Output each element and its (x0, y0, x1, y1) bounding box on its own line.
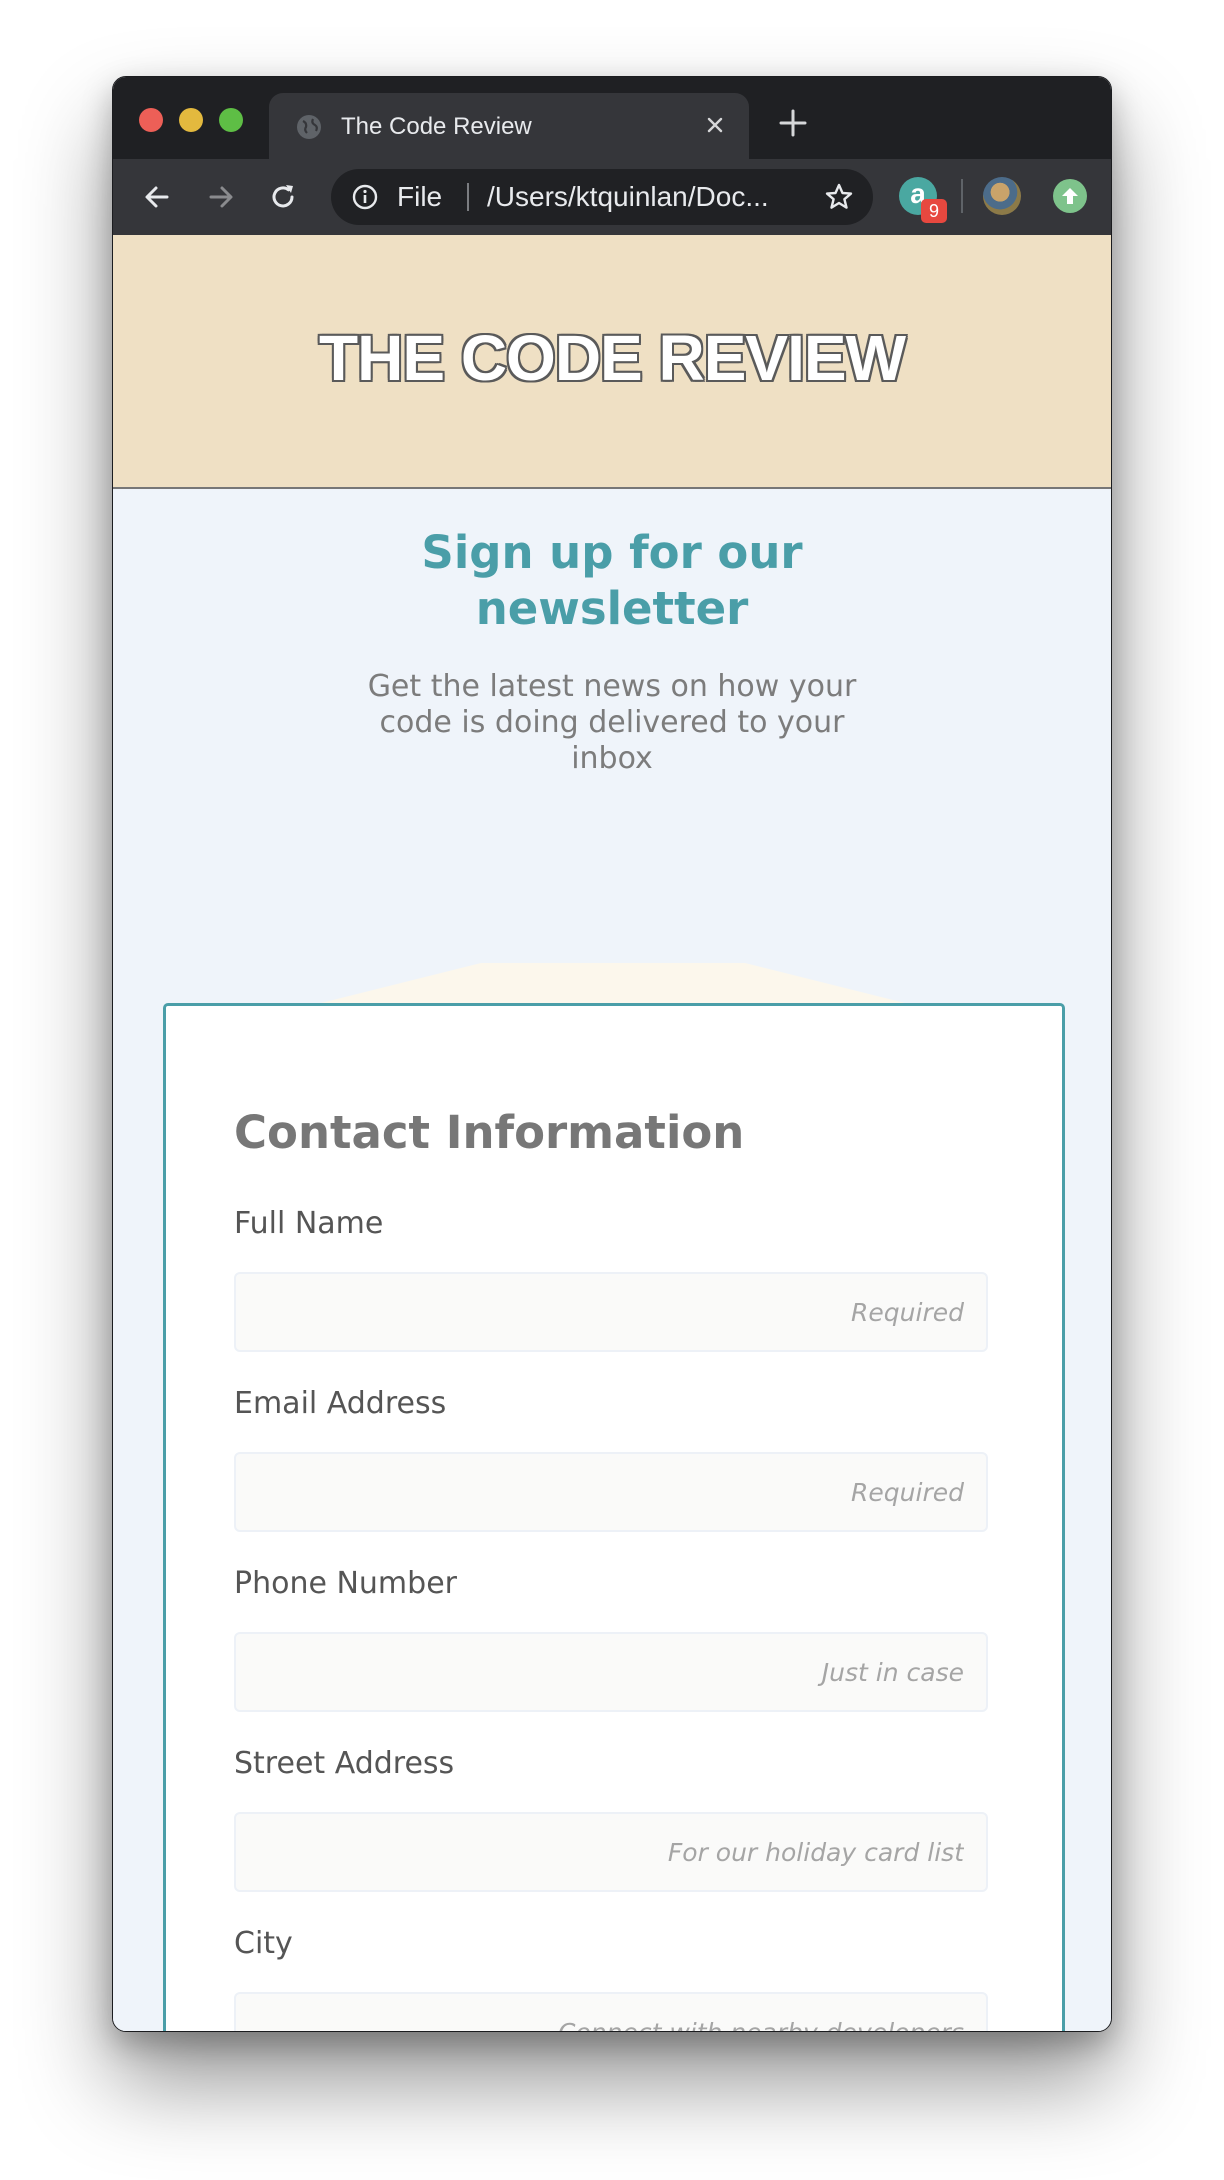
phone-label: Phone Number (234, 1566, 457, 1601)
zoom-window-button[interactable] (219, 108, 243, 132)
minimize-window-button[interactable] (179, 108, 203, 132)
update-extension-icon[interactable] (1053, 179, 1087, 213)
address-url[interactable]: /Users/ktquinlan/Doc... (487, 181, 797, 213)
signup-heading: Sign up for our newsletter (421, 526, 803, 635)
address-divider (467, 183, 469, 211)
tab-the-code-review[interactable]: The Code Review (269, 93, 749, 159)
bookmark-star-icon[interactable] (823, 181, 855, 213)
info-icon[interactable] (351, 183, 379, 211)
toolbar-divider (961, 179, 963, 213)
tab-title: The Code Review (341, 113, 532, 140)
phone-input[interactable] (234, 1632, 988, 1712)
arrow-up-icon (1062, 188, 1078, 204)
form-title: Contact Information (234, 1106, 745, 1159)
close-tab-icon[interactable] (701, 111, 729, 139)
site-banner: THE CODE REVIEW (113, 235, 1111, 489)
address-scheme: File (397, 181, 443, 212)
address-bar[interactable]: File /Users/ktquinlan/Doc... (331, 169, 873, 225)
browser-toolbar: File /Users/ktquinlan/Doc... a 9 (113, 159, 1111, 235)
page-content: THE CODE REVIEW Sign up for our newslett… (113, 235, 1111, 2031)
browser-window: The Code Review File /Users/ktquinlan/Do… (112, 76, 1112, 2032)
city-label: City (234, 1926, 293, 1961)
city-input[interactable] (234, 1992, 988, 2031)
contact-form-card: Contact Information Full Name Email Addr… (163, 1003, 1065, 2031)
full-name-label: Full Name (234, 1206, 384, 1241)
full-name-input[interactable] (234, 1272, 988, 1352)
globe-icon (297, 115, 321, 139)
email-label: Email Address (234, 1386, 447, 1421)
profile-avatar[interactable] (983, 177, 1021, 215)
envelope-flap (313, 963, 913, 1005)
email-input[interactable] (234, 1452, 988, 1532)
extension-badge: 9 (921, 199, 947, 223)
close-window-button[interactable] (139, 108, 163, 132)
signup-subtitle: Get the latest news on how your code is … (367, 669, 857, 776)
forward-arrow-icon[interactable] (205, 181, 237, 213)
new-tab-icon[interactable] (777, 107, 809, 139)
reload-icon[interactable] (267, 181, 299, 213)
site-title: THE CODE REVIEW (319, 322, 906, 394)
tab-strip: The Code Review (113, 77, 1111, 159)
street-address-label: Street Address (234, 1746, 455, 1781)
back-arrow-icon[interactable] (141, 181, 173, 213)
street-address-input[interactable] (234, 1812, 988, 1892)
